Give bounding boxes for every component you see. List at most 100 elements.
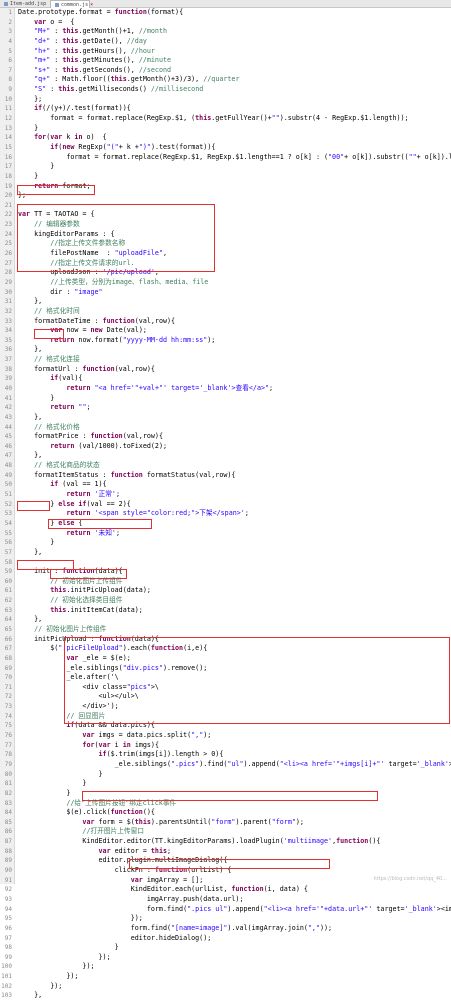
code-line[interactable]: 22 var TT = TAOTAO = {	[0, 210, 451, 220]
code-line[interactable]: 8 "q+" : Math.floor((this.getMonth()+3)/…	[0, 75, 451, 85]
code-line[interactable]: 6 "m+" : this.getMinutes(), //minute	[0, 56, 451, 66]
code-line[interactable]: 94 form.find(".pics ul").append("<li><a …	[0, 905, 451, 915]
code-line[interactable]: 68 var _ele = $(e);	[0, 654, 451, 664]
code-line[interactable]: 23 // 编辑器参数	[0, 220, 451, 230]
code-line[interactable]: 24 kingEditorParams : {	[0, 230, 451, 240]
code-line[interactable]: 2 var o = {	[0, 18, 451, 28]
code-line[interactable]: 47 },	[0, 451, 451, 461]
code-line[interactable]: 80 }	[0, 770, 451, 780]
code-line[interactable]: 103 },	[0, 991, 451, 1001]
code-line[interactable]: 35 return now.format("yyyy-MM-dd hh:mm:s…	[0, 336, 451, 346]
code-line[interactable]: 3 "M+" : this.getMonth()+1, //month	[0, 27, 451, 37]
code-line[interactable]: 33 formatDateTime : function(val,row){	[0, 317, 451, 327]
code-line[interactable]: 72 <ul></ul>\	[0, 692, 451, 702]
code-line[interactable]: 90 clickFn : function(urlList) {	[0, 866, 451, 876]
code-line[interactable]: 19 return format;	[0, 182, 451, 192]
code-line[interactable]: 14 for(var k in o) {	[0, 133, 451, 143]
tab-common-js[interactable]: common.js ×	[50, 0, 93, 8]
code-line[interactable]: 43 },	[0, 413, 451, 423]
code-line[interactable]: 95 });	[0, 914, 451, 924]
code-line[interactable]: 39 if(val){	[0, 374, 451, 384]
code-line[interactable]: 9 "S" : this.getMilliseconds() //millise…	[0, 85, 451, 95]
code-line[interactable]: 73 </div>');	[0, 702, 451, 712]
code-line[interactable]: 5 "h+" : this.getHours(), //hour	[0, 47, 451, 57]
code-line[interactable]: 82 }	[0, 789, 451, 799]
code-line[interactable]: 49 formatItemStatus : function formatSta…	[0, 471, 451, 481]
code-line[interactable]: 67 $(".picFileUpload").each(function(i,e…	[0, 644, 451, 654]
code-line[interactable]: 78 if($.trim(imgs[i]).length > 0){	[0, 750, 451, 760]
code-line[interactable]: 54 } else {	[0, 519, 451, 529]
code-line[interactable]: 89 editor.plugin.multiImageDialog({	[0, 856, 451, 866]
code-line[interactable]: 21	[0, 201, 451, 211]
code-line[interactable]: 101 });	[0, 972, 451, 982]
code-line[interactable]: 1 Date.prototype.format = function(format…	[0, 8, 451, 18]
code-line[interactable]: 97 editor.hideDialog();	[0, 934, 451, 944]
code-line[interactable]: 57 },	[0, 548, 451, 558]
code-line[interactable]: 88 var editor = this;	[0, 847, 451, 857]
code-line[interactable]: 85 var form = $(this).parentsUntil("form…	[0, 818, 451, 828]
code-line[interactable]: 13 }	[0, 124, 451, 134]
code-line[interactable]: 84 $(e).click(function(){	[0, 808, 451, 818]
code-line[interactable]: 36 },	[0, 345, 451, 355]
code-line[interactable]: 60 // 初始化图片上传组件	[0, 577, 451, 587]
code-line[interactable]: 4 "d+" : this.getDate(), //day	[0, 37, 451, 47]
code-line[interactable]: 66 initPicUpload : function(data){	[0, 635, 451, 645]
code-line[interactable]: 62 // 初始化选择类目组件	[0, 596, 451, 606]
code-line[interactable]: 64 },	[0, 615, 451, 625]
code-line[interactable]: 38 formatUrl : function(val,row){	[0, 365, 451, 375]
code-line[interactable]: 41 }	[0, 394, 451, 404]
code-line[interactable]: 44 // 格式化价格	[0, 423, 451, 433]
code-line[interactable]: 11 if(/(y+)/.test(format)){	[0, 104, 451, 114]
code-line[interactable]: 29 //上传类型，分别为image、flash、media、file	[0, 278, 451, 288]
code-line[interactable]: 76 var imgs = data.pics.split(",");	[0, 731, 451, 741]
code-line[interactable]: 20};	[0, 191, 451, 201]
code-line[interactable]: 86 //打开图片上传窗口	[0, 827, 451, 837]
code-line[interactable]: 31 },	[0, 297, 451, 307]
code-line[interactable]: 83 //给"上传图片按钮"绑定click事件	[0, 799, 451, 809]
code-line[interactable]: 25 //指定上传文件参数名称	[0, 239, 451, 249]
code-line[interactable]: 51 return '正常';	[0, 490, 451, 500]
code-line[interactable]: 53 return '<span style="color:red;">下架</…	[0, 509, 451, 519]
code-line[interactable]: 16 format = format.replace(RegExp.$1, Re…	[0, 153, 451, 163]
code-line[interactable]: 12 format = format.replace(RegExp.$1, (t…	[0, 114, 451, 124]
code-line[interactable]: 59 init : function(data){	[0, 567, 451, 577]
code-line[interactable]: 98 }	[0, 943, 451, 953]
code-line[interactable]: 15 if(new RegExp("("+ k +")").test(forma…	[0, 143, 451, 153]
code-editor[interactable]: 1 Date.prototype.format = function(format…	[0, 8, 451, 1001]
code-line[interactable]: 79 _ele.siblings(".pics").find("ul").app…	[0, 760, 451, 770]
code-line[interactable]: 70 _ele.after('\	[0, 673, 451, 683]
code-line[interactable]: 37 // 格式化连接	[0, 355, 451, 365]
code-line[interactable]: 87 KindEditor.editor(TT.kingEditorParams…	[0, 837, 451, 847]
code-line[interactable]: 69 _ele.siblings("div.pics").remove();	[0, 664, 451, 674]
code-line[interactable]: 71 <div class="pics">\	[0, 683, 451, 693]
code-line[interactable]: 63 this.initItemCat(data);	[0, 606, 451, 616]
code-line[interactable]: 77 for(var i in imgs){	[0, 741, 451, 751]
code-line[interactable]: 26 filePostName : "uploadFile",	[0, 249, 451, 259]
code-line[interactable]: 28 uploadJson : '/pic/upload',	[0, 268, 451, 278]
code-line[interactable]: 18 }	[0, 172, 451, 182]
code-line[interactable]: 99 });	[0, 953, 451, 963]
code-line[interactable]: 45 formatPrice : function(val,row){	[0, 432, 451, 442]
code-line[interactable]: 102 });	[0, 982, 451, 992]
code-line[interactable]: 50 if (val == 1){	[0, 480, 451, 490]
code-line[interactable]: 58	[0, 558, 451, 568]
code-line[interactable]: 10 };	[0, 95, 451, 105]
code-line[interactable]: 65 // 初始化图片上传组件	[0, 625, 451, 635]
code-line[interactable]: 32 // 格式化时间	[0, 307, 451, 317]
code-line[interactable]: 61 this.initPicUpload(data);	[0, 586, 451, 596]
code-line[interactable]: 92 KindEditor.each(urlList, function(i, …	[0, 885, 451, 895]
code-line[interactable]: 17 }	[0, 162, 451, 172]
code-line[interactable]: 74 // 回显图片	[0, 712, 451, 722]
code-line[interactable]: 27 //指定上传文件请求的url.	[0, 259, 451, 269]
code-line[interactable]: 42 return "";	[0, 403, 451, 413]
code-line[interactable]: 30 dir : "image"	[0, 288, 451, 298]
code-line[interactable]: 7 "s+" : this.getSeconds(), //second	[0, 66, 451, 76]
code-line[interactable]: 34 var now = new Date(val);	[0, 326, 451, 336]
code-line[interactable]: 93 imgArray.push(data.url);	[0, 895, 451, 905]
code-line[interactable]: 100 });	[0, 962, 451, 972]
code-line[interactable]: 46 return (val/1000).toFixed(2);	[0, 442, 451, 452]
code-line[interactable]: 81 }	[0, 779, 451, 789]
code-line[interactable]: 40 return "<a href='"+val+"' target='_bl…	[0, 384, 451, 394]
code-line[interactable]: 55 return '未知';	[0, 529, 451, 539]
code-line[interactable]: 96 form.find("[name=image]").val(imgArra…	[0, 924, 451, 934]
